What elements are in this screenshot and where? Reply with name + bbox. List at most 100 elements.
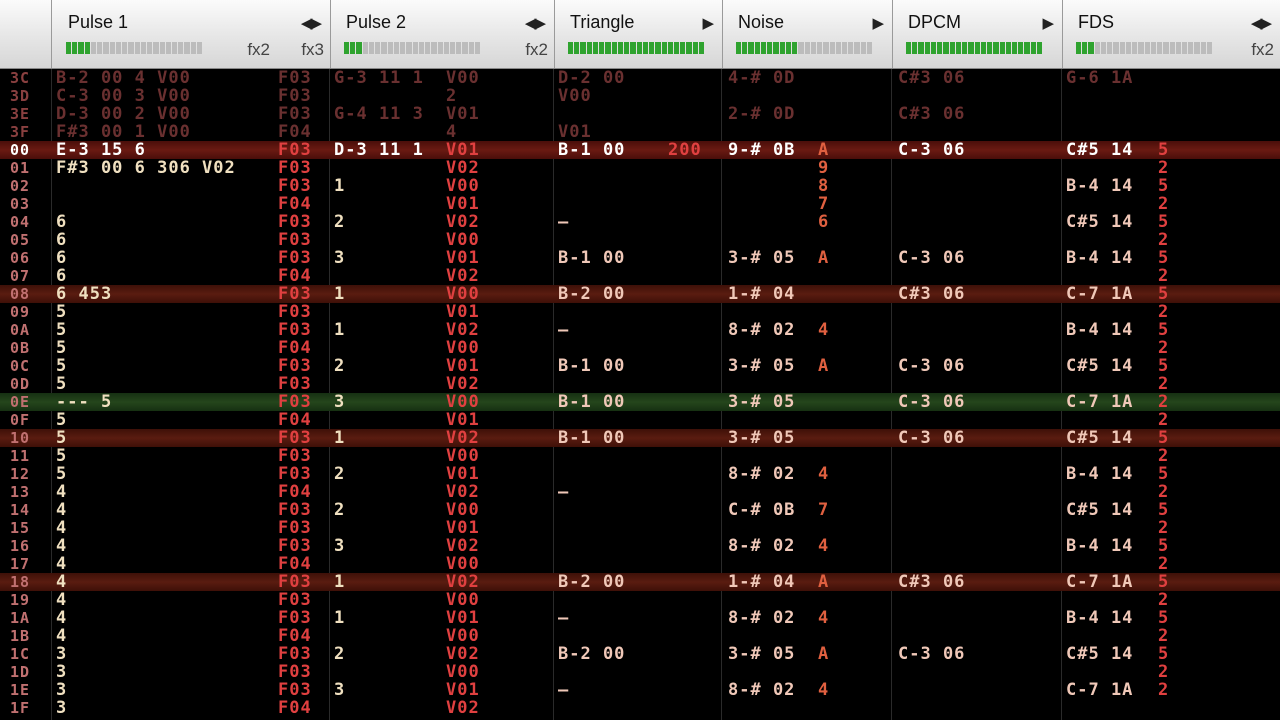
pattern-cell[interactable]: 4	[818, 321, 829, 339]
pattern-cell[interactable]: C-# 0B	[728, 501, 795, 519]
pattern-cell[interactable]: —	[558, 609, 569, 627]
pattern-row[interactable]: 17 4 F04 V00 2	[0, 555, 1280, 573]
pattern-cell[interactable]: V00	[446, 591, 480, 609]
pattern-row[interactable]: 04 6 F03 2 V02 — 6 C#5 14 5	[0, 213, 1280, 231]
pattern-cell[interactable]: 6	[56, 267, 67, 285]
pattern-cell[interactable]: F03	[278, 681, 312, 699]
pattern-cell[interactable]: V01	[446, 609, 480, 627]
pattern-cell[interactable]: B-4 14	[1066, 465, 1133, 483]
pattern-cell[interactable]: 8-# 02	[728, 609, 795, 627]
pattern-cell[interactable]: V01	[446, 519, 480, 537]
pattern-cell[interactable]: B-1 00	[558, 249, 625, 267]
pattern-cell[interactable]: V02	[446, 699, 480, 717]
pattern-cell[interactable]: F03	[278, 177, 312, 195]
pattern-cell[interactable]: 5	[1158, 357, 1169, 375]
pattern-cell[interactable]: 2	[1158, 267, 1169, 285]
pattern-cell[interactable]: 4	[818, 681, 829, 699]
pattern-editor[interactable]: 3C B-2 00 4 V00 F03 G-3 11 1 V00 D-2 00 4-# 0D…	[0, 69, 1280, 720]
pattern-cell[interactable]: B-4 14	[1066, 249, 1133, 267]
pattern-cell[interactable]: C-7 1A	[1066, 285, 1133, 303]
pattern-row[interactable]: 3C B-2 00 4 V00 F03 G-3 11 1 V00 D-2 00 4-# 0D…	[0, 69, 1280, 87]
pattern-cell[interactable]: F03	[278, 573, 312, 591]
pattern-cell[interactable]: 2	[334, 357, 345, 375]
pattern-cell[interactable]: F03	[278, 465, 312, 483]
pattern-cell[interactable]: 1-# 04	[728, 573, 795, 591]
pattern-cell[interactable]: 5	[56, 447, 67, 465]
pattern-row[interactable]: 1C 3 F03 2 V02 B-2 00 3-# 05 A C-3 06 C#5 14 5	[0, 645, 1280, 663]
pattern-cell[interactable]: B-1 00	[558, 429, 625, 447]
channel-scroll-arrows-icon[interactable]: ◀▶	[1251, 14, 1272, 32]
effect-column-label[interactable]: fx2	[247, 40, 270, 60]
pattern-cell[interactable]: 5	[56, 303, 67, 321]
effect-column-label[interactable]: fx3	[301, 40, 324, 60]
pattern-cell[interactable]: F04	[278, 123, 312, 141]
pattern-cell[interactable]: 6	[818, 213, 829, 231]
pattern-cell[interactable]: V00	[446, 663, 480, 681]
pattern-cell[interactable]: 5	[1158, 429, 1169, 447]
pattern-cell[interactable]: 4	[56, 483, 67, 501]
pattern-cell[interactable]: C-3 06	[898, 357, 965, 375]
pattern-cell[interactable]: 2	[1158, 681, 1169, 699]
pattern-cell[interactable]: F04	[278, 267, 312, 285]
channel-scroll-arrows-icon[interactable]: ◀▶	[525, 14, 546, 32]
pattern-cell[interactable]: 5	[1158, 285, 1169, 303]
pattern-cell[interactable]: B-1 00	[558, 357, 625, 375]
pattern-cell[interactable]: F04	[278, 411, 312, 429]
pattern-cell[interactable]: F03	[278, 69, 312, 87]
pattern-cell[interactable]: V02	[446, 267, 480, 285]
pattern-cell[interactable]: A	[818, 645, 829, 663]
pattern-row[interactable]: 3E D-3 00 2 V00 F03 G-4 11 3 V01 2-# 0D C#3 06	[0, 105, 1280, 123]
pattern-cell[interactable]: C#3 06	[898, 105, 965, 123]
pattern-cell[interactable]: 2	[1158, 159, 1169, 177]
pattern-cell[interactable]: 1	[334, 429, 345, 447]
pattern-cell[interactable]: F04	[278, 627, 312, 645]
pattern-cell[interactable]: B-2 00	[558, 645, 625, 663]
pattern-cell[interactable]: 2	[1158, 627, 1169, 645]
pattern-cell[interactable]: F04	[278, 339, 312, 357]
pattern-cell[interactable]: 9	[818, 159, 829, 177]
pattern-cell[interactable]: C-3 06	[898, 645, 965, 663]
pattern-cell[interactable]: V02	[446, 375, 480, 393]
pattern-cell[interactable]: F03	[278, 663, 312, 681]
pattern-cell[interactable]: F03	[278, 519, 312, 537]
pattern-cell[interactable]: F03	[278, 537, 312, 555]
pattern-cell[interactable]: F03	[278, 375, 312, 393]
pattern-row[interactable]: 01 F#3 00 6 306 V02 F03 V02 9 2	[0, 159, 1280, 177]
pattern-row[interactable]: 08 6 453 F03 1 V00 B-2 00 1-# 04 C#3 06 C-7 1A 5	[0, 285, 1280, 303]
pattern-cell[interactable]: V01	[446, 141, 480, 159]
pattern-cell[interactable]: V01	[446, 411, 480, 429]
channel-scroll-arrows-icon[interactable]: ▶	[872, 14, 883, 32]
pattern-cell[interactable]: 4	[818, 465, 829, 483]
pattern-cell[interactable]: C#5 14	[1066, 141, 1133, 159]
pattern-cell[interactable]: V01	[446, 249, 480, 267]
pattern-cell[interactable]: C-3 00 3 V00	[56, 87, 191, 105]
pattern-cell[interactable]: F03	[278, 303, 312, 321]
pattern-cell[interactable]: 2	[1158, 555, 1169, 573]
pattern-cell[interactable]: 2	[1158, 303, 1169, 321]
pattern-cell[interactable]: 5	[56, 339, 67, 357]
pattern-cell[interactable]: C#5 14	[1066, 501, 1133, 519]
channel-pulse-1[interactable]: Pulse 1 ◀▶ fx2 fx3	[52, 0, 331, 68]
pattern-cell[interactable]: 5	[1158, 177, 1169, 195]
pattern-cell[interactable]: 2	[1158, 483, 1169, 501]
pattern-row[interactable]: 3F F#3 00 1 V00 F04 4 V01	[0, 123, 1280, 141]
pattern-cell[interactable]: 2	[1158, 375, 1169, 393]
channel-noise[interactable]: Noise ▶	[722, 0, 893, 68]
channel-dpcm[interactable]: DPCM ▶	[892, 0, 1063, 68]
pattern-row[interactable]: 19 4 F03 V00 2	[0, 591, 1280, 609]
pattern-row[interactable]: 15 4 F03 V01 2	[0, 519, 1280, 537]
pattern-cell[interactable]: A	[818, 357, 829, 375]
pattern-row[interactable]: 06 6 F03 3 V01 B-1 00 3-# 05 A C-3 06 B-4 14 5	[0, 249, 1280, 267]
pattern-cell[interactable]: C-3 06	[898, 249, 965, 267]
pattern-cell[interactable]: 3	[56, 681, 67, 699]
pattern-cell[interactable]: G-4 11 3	[334, 105, 424, 123]
pattern-cell[interactable]: D-2 00	[558, 69, 625, 87]
pattern-cell[interactable]: B-4 14	[1066, 537, 1133, 555]
pattern-cell[interactable]: F03	[278, 87, 312, 105]
channel-pulse-2[interactable]: Pulse 2 ◀▶ fx2	[330, 0, 555, 68]
pattern-cell[interactable]: 1	[334, 285, 345, 303]
pattern-cell[interactable]: V02	[446, 483, 480, 501]
pattern-row[interactable]: 09 5 F03 V01 2	[0, 303, 1280, 321]
pattern-cell[interactable]: V00	[446, 231, 480, 249]
pattern-cell[interactable]: A	[818, 249, 829, 267]
